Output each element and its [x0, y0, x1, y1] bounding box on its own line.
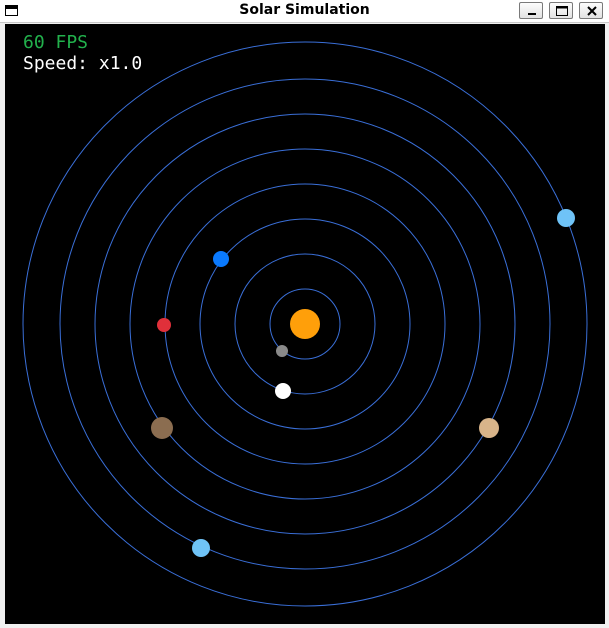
planet-neptune	[557, 209, 575, 227]
app-window: Solar Simulation 60 FPS Speed: x1.0	[0, 0, 609, 628]
fps-counter: 60 FPS	[23, 32, 89, 53]
close-icon	[587, 6, 597, 16]
title-bar[interactable]: Solar Simulation	[0, 0, 609, 23]
window-title: Solar Simulation	[239, 2, 370, 18]
maximize-button[interactable]	[549, 2, 573, 19]
minimize-button[interactable]	[519, 2, 543, 19]
speed-indicator: Speed: x1.0	[23, 53, 143, 74]
close-button[interactable]	[579, 2, 603, 19]
planet-saturn	[479, 418, 499, 438]
simulation-canvas[interactable]: 60 FPS Speed: x1.0	[5, 24, 605, 624]
solar-system-view	[22, 41, 588, 607]
planet-venus	[275, 383, 291, 399]
planet-jupiter	[151, 417, 173, 439]
minimize-icon	[528, 13, 536, 15]
sun	[290, 309, 320, 339]
maximize-icon	[556, 6, 568, 16]
planet-earth	[213, 251, 229, 267]
planet-uranus	[192, 539, 210, 557]
planet-mercury	[276, 345, 288, 357]
planet-mars	[157, 318, 171, 332]
